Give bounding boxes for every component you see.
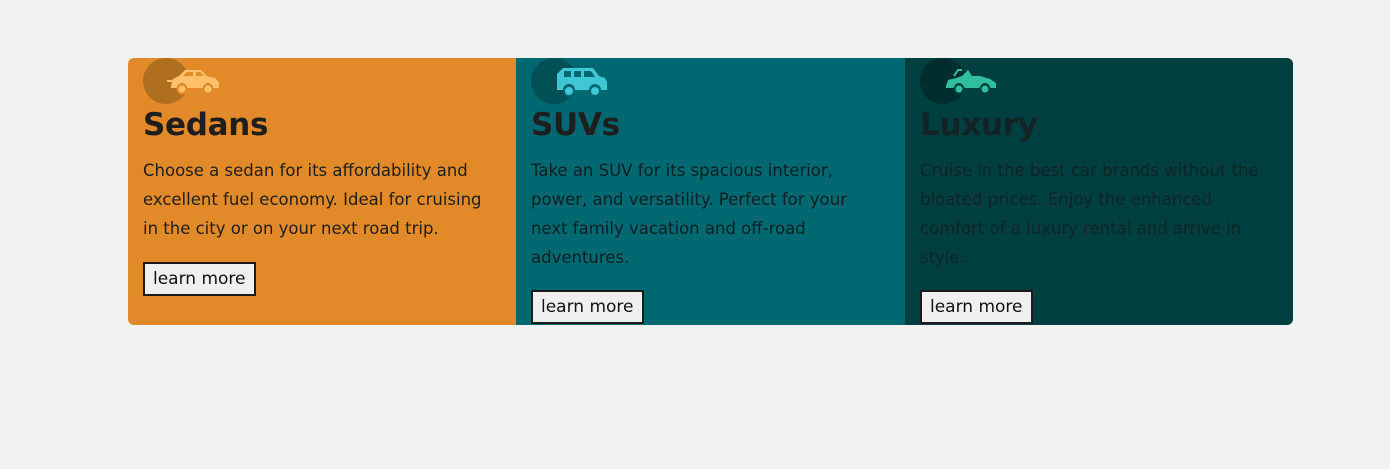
card-sedans: Sedans Choose a sedan for its affordabil…	[128, 58, 516, 325]
sedan-car-icon	[143, 58, 223, 106]
card-description: Take an SUV for its spacious interior, p…	[531, 161, 847, 267]
car-category-cards: Sedans Choose a sedan for its affordabil…	[128, 58, 1293, 325]
card-title: SUVs	[531, 107, 620, 143]
luxury-car-icon	[920, 58, 1000, 106]
card-suvs: SUVs Take an SUV for its spacious interi…	[516, 58, 905, 325]
learn-more-button[interactable]: learn more	[531, 290, 644, 324]
card-luxury: Luxury Cruise in the best car brands wit…	[905, 58, 1293, 325]
learn-more-button[interactable]: learn more	[920, 290, 1033, 324]
learn-more-button[interactable]: learn more	[143, 262, 256, 296]
suv-car-icon	[531, 58, 611, 106]
card-description: Choose a sedan for its affordability and…	[143, 161, 482, 238]
card-title: Luxury	[920, 107, 1038, 143]
card-title: Sedans	[143, 107, 269, 143]
card-description: Cruise in the best car brands without th…	[920, 161, 1259, 267]
